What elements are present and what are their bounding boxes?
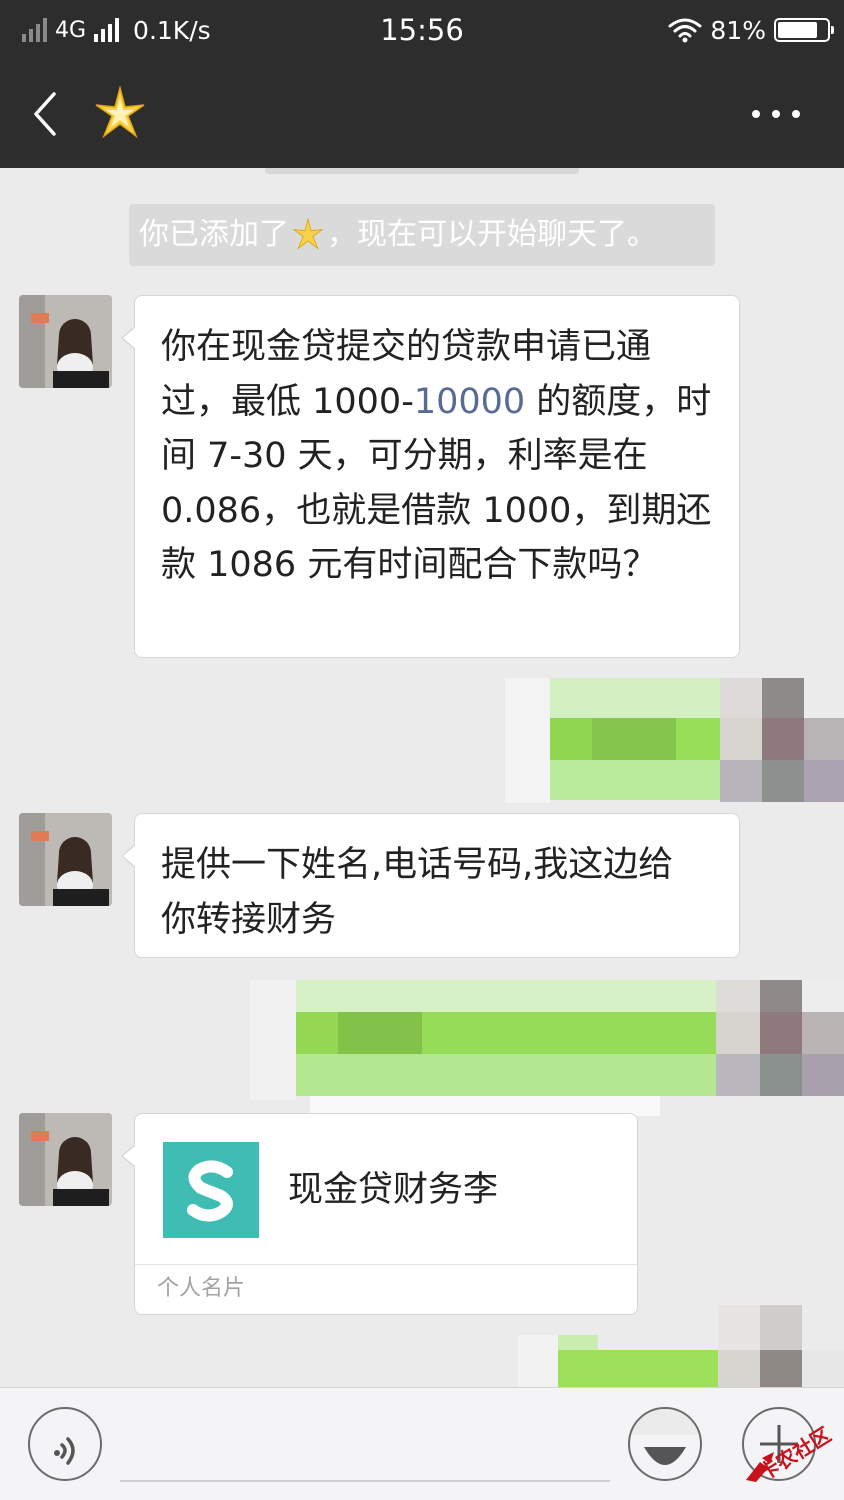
message-line: 款 1086 元有时间配合下款吗？ — [161, 545, 658, 585]
status-bar: 4G 0.1K/s 15:56 81% — [0, 0, 844, 60]
contact-avatar[interactable] — [19, 813, 112, 906]
chat-header — [0, 60, 844, 168]
pull-indicator — [265, 168, 579, 174]
message-line: 过，最低 1000-10000 的额度，时 — [161, 375, 721, 430]
avatar-photo — [19, 1113, 112, 1206]
message-line: 你转接财务 — [161, 899, 337, 940]
message-line: 0.086，也就是借款 1000，到期还 — [161, 490, 712, 531]
redacted-sent-message[interactable] — [518, 1305, 844, 1395]
message-bubble[interactable]: 你在现金贷提交的贷款申请已通 过，最低 1000-10000 的额度，时 间 7… — [121, 295, 740, 658]
battery-icon — [774, 18, 834, 42]
notice-text-before: 你已添加了 — [139, 217, 289, 252]
status-right: 81% — [668, 12, 834, 48]
message-bubble[interactable]: 提供一下姓名,电话号码,我这边给 你转接财务 — [121, 813, 740, 958]
voice-icon — [54, 1437, 75, 1465]
contact-card[interactable]: 现金贷财务李 个人名片 — [121, 1113, 638, 1315]
contact-avatar[interactable] — [19, 1113, 112, 1206]
battery-fill — [778, 22, 817, 38]
notice-text-after: ，现在可以开始聊天了。 — [327, 217, 657, 252]
avatar-photo — [19, 295, 112, 388]
system-notice: 你已添加了 ，现在可以开始聊天了。 — [129, 204, 715, 266]
watermark-text: 卡农社区 — [754, 1422, 836, 1486]
message-line: 你在现金贷提交的贷款申请已通 — [161, 327, 652, 367]
back-arrow-icon[interactable] — [26, 86, 66, 142]
message-text: 你在现金贷提交的贷款申请已通 过，最低 1000-10000 的额度，时 间 7… — [135, 296, 739, 593]
voice-input-button[interactable] — [28, 1407, 102, 1481]
emoji-icon — [630, 1409, 700, 1465]
card-header: 现金贷财务李 — [135, 1114, 637, 1264]
emoji-button[interactable] — [628, 1407, 702, 1481]
redacted-sent-message[interactable] — [505, 668, 844, 813]
contact-avatar[interactable] — [19, 295, 112, 388]
star-emoji-icon — [95, 86, 145, 139]
message-line: 间 7-30 天，可分期，利率是在 — [161, 436, 648, 476]
input-bar — [0, 1387, 844, 1500]
wifi-icon — [668, 18, 702, 43]
more-options-icon[interactable] — [746, 100, 806, 128]
battery-percent: 81% — [710, 15, 766, 45]
avatar-photo — [19, 813, 112, 906]
forum-watermark: 卡农社区 — [740, 1412, 844, 1492]
message-fragment: 过，最低 1000- — [161, 381, 414, 422]
star-emoji-icon — [293, 218, 323, 250]
message-text: 提供一下姓名,电话号码,我这边给 你转接财务 — [135, 814, 739, 947]
message-input[interactable] — [120, 1408, 610, 1482]
card-contact-name: 现金贷财务李 — [288, 1170, 499, 1210]
redacted-sent-message[interactable] — [250, 970, 844, 1120]
message-fragment: 的额度，时 — [525, 381, 712, 422]
message-line: 提供一下姓名,电话号码,我这边给 — [161, 845, 674, 885]
amount-link[interactable]: 10000 — [414, 382, 525, 422]
card-logo-icon — [163, 1142, 259, 1238]
